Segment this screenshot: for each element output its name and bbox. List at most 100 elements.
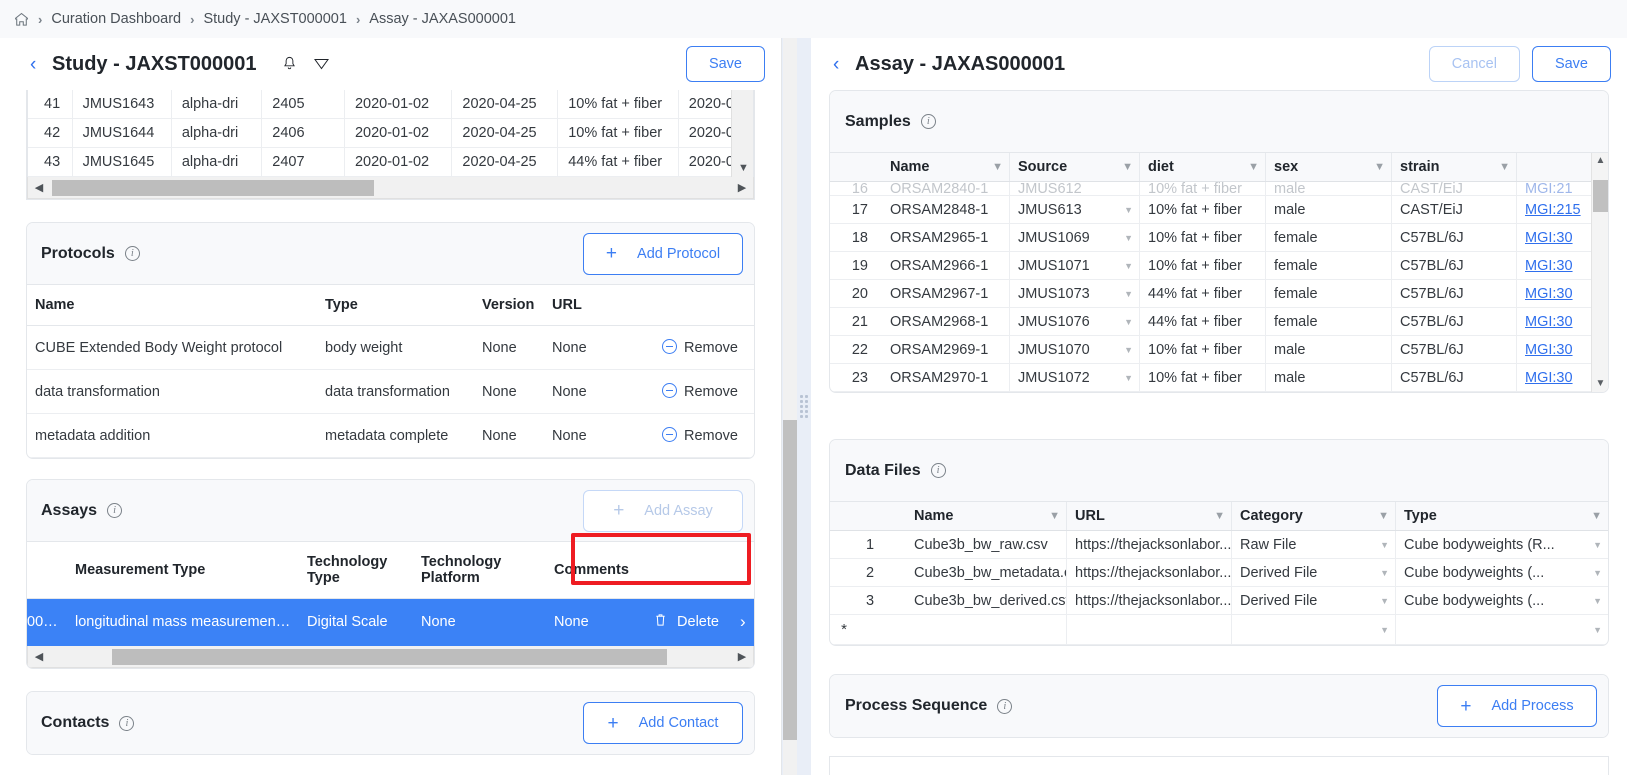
cell-category[interactable]: Derived File ▼ [1232,587,1396,614]
add-protocol-button[interactable]: + Add Protocol [583,232,743,275]
study-table-vertical-scrollbar[interactable]: ▼ [731,90,753,177]
col-name[interactable]: Name ▼ [882,153,1010,181]
table-row[interactable]: 0001 longitudinal mass measurement assay… [27,598,754,646]
col-category[interactable]: Category ▼ [1232,502,1396,530]
table-row[interactable]: 17 ORSAM2848-1 JMUS613 ▼ 10% fat + fiber male… [830,196,1608,224]
scroll-left-arrow-icon[interactable]: ◀ [28,650,50,663]
col-source[interactable]: Source ▼ [1010,153,1140,181]
add-contact-button[interactable]: + Add Contact [583,702,743,744]
table-row[interactable]: 43 JMUS1645 alpha-dri 2407 2020-01-02 20… [28,147,754,177]
hscroll-thumb[interactable] [112,648,667,665]
cell-url[interactable]: https://thejacksonlabor... [1067,559,1232,586]
cell-type[interactable]: Cube bodyweights (R... ▼ [1396,531,1608,558]
table-row-partial[interactable]: 16 ORSAM2840-1 JMUS612 10% fat + fiber m… [830,182,1608,196]
col-strain[interactable]: strain ▼ [1392,153,1517,181]
assays-horizontal-scrollbar[interactable]: ◀ ▶ [27,646,754,668]
info-icon[interactable]: i [997,698,1013,714]
panel-splitter[interactable] [797,38,811,775]
remove-protocol-button[interactable]: Remove [654,325,754,370]
chevron-left-icon[interactable]: ‹ [833,55,855,74]
table-row[interactable]: 41 JMUS1643 alpha-dri 2405 2020-01-02 20… [28,90,754,119]
chevron-down-icon[interactable]: ▼ [1380,540,1389,550]
chevron-down-icon[interactable]: ▼ [1380,596,1389,606]
chevron-down-icon[interactable]: ▼ [1593,540,1602,550]
left-pane-scrollbar[interactable] [783,38,798,775]
breadcrumb-item-study[interactable]: Study - JAXST000001 [203,11,346,27]
cell-source[interactable]: JMUS1069 ▼ [1010,224,1140,251]
chevron-down-icon[interactable]: ▼ [1593,625,1602,635]
open-assay-button[interactable]: › [732,598,754,646]
cell-type[interactable]: Cube bodyweights (... ▼ [1396,587,1608,614]
chevron-down-icon[interactable]: ▼ [1593,596,1602,606]
col-url[interactable]: URL ▼ [1067,502,1232,530]
filter-icon[interactable]: ▼ [992,161,1003,173]
delete-assay-button[interactable]: Delete [646,598,732,646]
cell-source[interactable]: JMUS613 ▼ [1010,196,1140,223]
info-icon[interactable]: i [930,463,946,478]
table-row[interactable]: 22 ORSAM2969-1 JMUS1070 ▼ 10% fat + fiber mal… [830,336,1608,364]
filter-triangle-icon[interactable] [313,55,331,73]
table-row[interactable]: 42 JMUS1644 alpha-dri 2406 2020-01-02 20… [28,118,754,148]
assay-cancel-button[interactable]: Cancel [1428,46,1520,82]
chevron-down-icon[interactable]: ▼ [1124,205,1133,215]
chevron-down-icon[interactable]: ▼ [1124,233,1133,243]
col-diet[interactable]: diet ▼ [1140,153,1266,181]
assay-save-button[interactable]: Save [1531,46,1611,82]
cell-source[interactable]: JMUS1073 ▼ [1010,280,1140,307]
cell-url[interactable]: https://thejacksonlabor... [1067,531,1232,558]
info-icon[interactable]: i [107,503,123,518]
samples-vertical-scrollbar[interactable]: ▲ ▼ [1591,153,1608,392]
filter-icon[interactable]: ▼ [1499,161,1510,173]
col-type[interactable]: Type ▼ [1396,502,1608,530]
table-row[interactable]: CUBE Extended Body Weight protocol body … [27,325,754,370]
cell-category[interactable]: Derived File ▼ [1232,559,1396,586]
table-row[interactable]: metadata addition metadata complete None… [27,413,754,458]
chevron-down-icon[interactable]: ▼ [1380,568,1389,578]
table-row[interactable]: 1 Cube3b_bw_raw.csv https://thejacksonlabo… [830,531,1608,559]
info-icon[interactable]: i [920,114,936,129]
cell-category[interactable]: ▼ [1232,615,1396,644]
mgi-link[interactable]: MGI:30 [1525,230,1573,246]
filter-icon[interactable]: ▼ [1049,510,1060,522]
table-row[interactable]: 19 ORSAM2966-1 JMUS1071 ▼ 10% fat + fiber fem… [830,252,1608,280]
table-row[interactable]: 20 ORSAM2967-1 JMUS1073 ▼ 44% fat + fiber fem… [830,280,1608,308]
col-name[interactable]: Name ▼ [906,502,1067,530]
scroll-up-arrow-icon[interactable]: ▲ [1592,155,1608,166]
chevron-down-icon[interactable]: ▼ [1124,261,1133,271]
scroll-right-arrow-icon[interactable]: ▶ [731,650,753,663]
study-save-button[interactable]: Save [685,46,765,82]
filter-icon[interactable]: ▼ [1122,161,1133,173]
filter-icon[interactable]: ▼ [1214,510,1225,522]
cell-name[interactable] [906,615,1067,644]
breadcrumb-item-curation-dashboard[interactable]: Curation Dashboard [51,11,181,27]
table-row[interactable]: 3 Cube3b_bw_derived.csv https://thejackson… [830,587,1608,615]
chevron-down-icon[interactable]: ▼ [1124,373,1133,383]
scroll-down-arrow-icon[interactable]: ▼ [1592,378,1608,389]
hscroll-track[interactable] [50,648,731,666]
mgi-link[interactable]: MGI:215 [1525,202,1581,218]
remove-protocol-button[interactable]: Remove [654,369,754,414]
bell-icon[interactable] [281,55,299,73]
table-row[interactable]: 23 ORSAM2970-1 JMUS1072 ▼ 10% fat + fiber mal… [830,364,1608,392]
table-row[interactable]: 2 Cube3b_bw_metadata.csvhttps://thejackso… [830,559,1608,587]
filter-icon[interactable]: ▼ [1591,510,1602,522]
filter-icon[interactable]: ▼ [1378,510,1389,522]
cell-source[interactable]: JMUS1072 ▼ [1010,364,1140,391]
mgi-link[interactable]: MGI:30 [1525,286,1573,302]
data-files-new-row[interactable]: * ▼ ▼ [830,615,1608,645]
chevron-left-icon[interactable]: ‹ [30,55,52,74]
scroll-right-arrow-icon[interactable]: ▶ [731,181,753,194]
chevron-down-icon[interactable]: ▼ [1124,345,1133,355]
cell-source[interactable]: JMUS1070 ▼ [1010,336,1140,363]
hscroll-thumb[interactable] [52,179,374,196]
remove-protocol-button[interactable]: Remove [654,413,754,458]
filter-icon[interactable]: ▼ [1248,161,1259,173]
scroll-left-arrow-icon[interactable]: ◀ [28,181,50,194]
study-table-horizontal-scrollbar[interactable]: ◀ ▶ [27,177,754,199]
add-assay-button[interactable]: + Add Assay [583,489,743,532]
table-row[interactable]: 21 ORSAM2968-1 JMUS1076 ▼ 44% fat + fiber fem… [830,308,1608,336]
mgi-link[interactable]: MGI:30 [1525,370,1573,386]
col-sex[interactable]: sex ▼ [1266,153,1392,181]
table-row[interactable]: data transformation data transformation … [27,369,754,414]
hscroll-track[interactable] [50,179,731,197]
